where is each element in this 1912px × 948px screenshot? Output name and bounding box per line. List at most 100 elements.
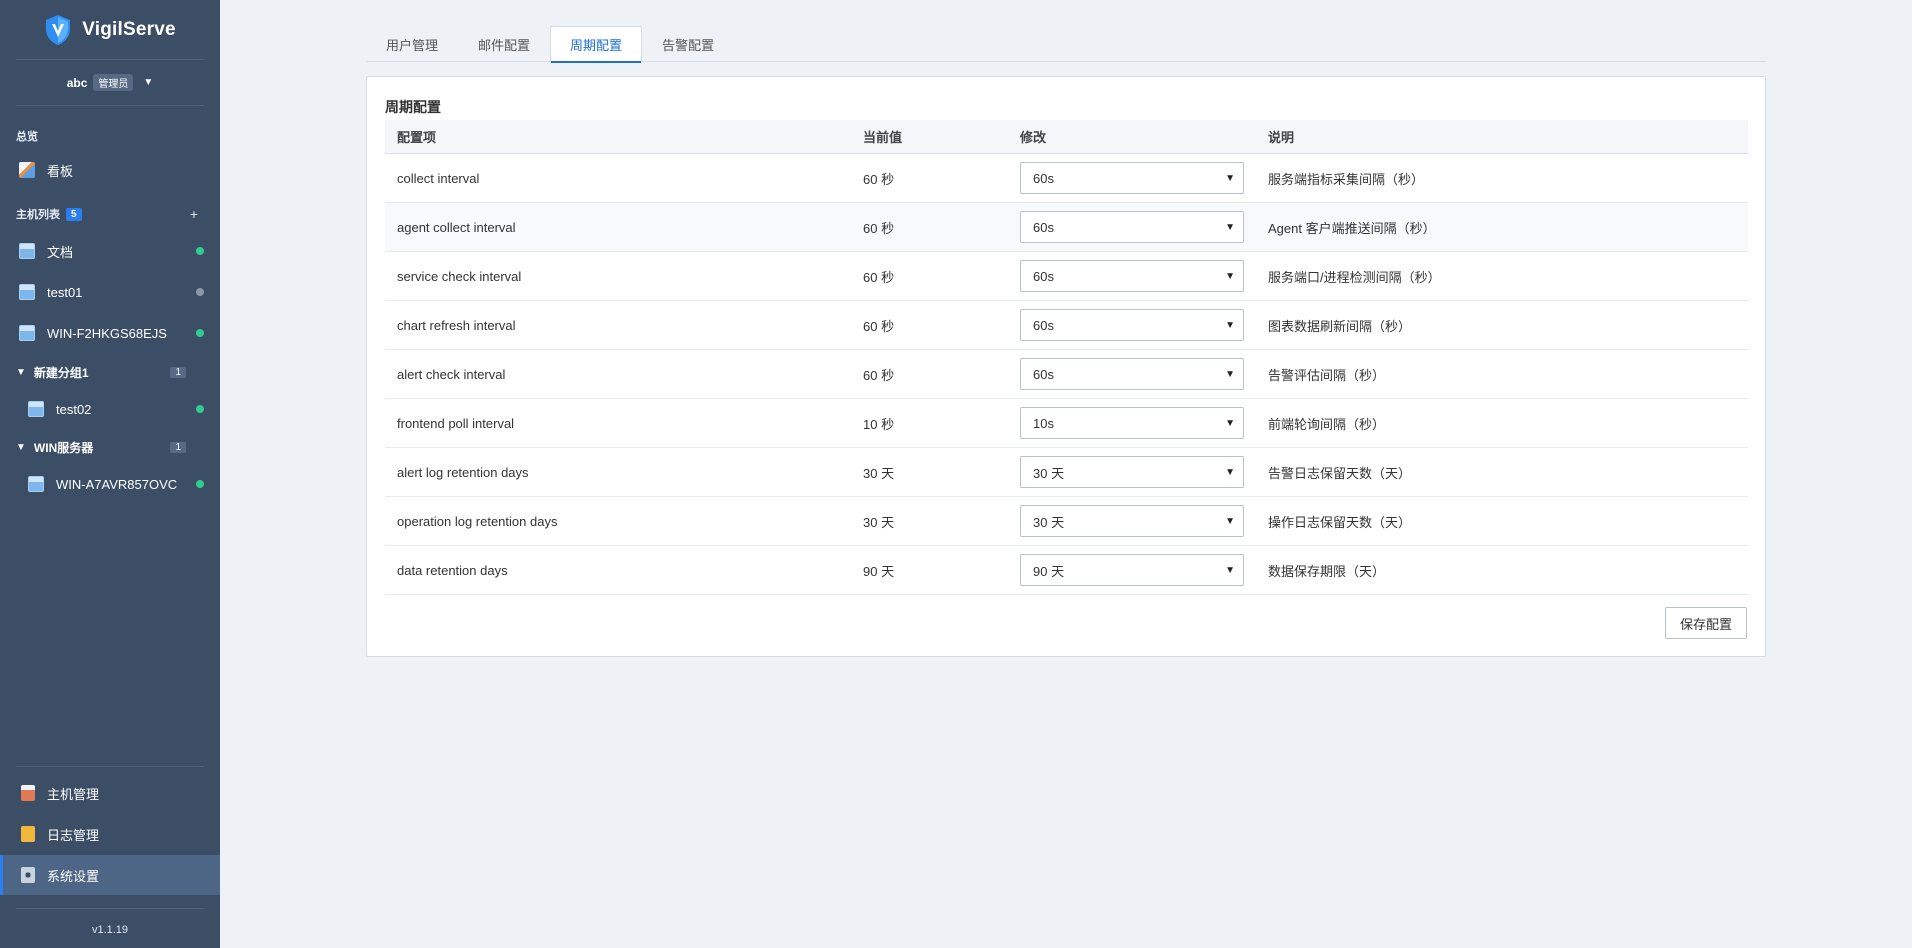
chevron-down-icon: ▼: [1225, 564, 1235, 576]
host-name: test01: [47, 284, 83, 300]
retention-select[interactable]: 90 天 ▼: [1020, 554, 1244, 586]
select-value: 60s: [1033, 268, 1054, 284]
chevron-down-icon: ▼: [1225, 515, 1235, 527]
retention-select[interactable]: 30 天 ▼: [1020, 456, 1244, 488]
dashboard-icon: [19, 162, 35, 178]
sidebar-host-item[interactable]: test01: [0, 274, 220, 310]
add-host-button[interactable]: +: [190, 206, 198, 222]
config-item: alert check interval: [397, 366, 506, 382]
sidebar-host-item[interactable]: 文档: [0, 233, 220, 269]
interval-select[interactable]: 60s ▼: [1020, 211, 1244, 243]
retention-select[interactable]: 30 天 ▼: [1020, 505, 1244, 537]
status-dot: [196, 288, 204, 296]
chevron-down-icon: ▼: [1225, 417, 1235, 429]
chevron-down-icon: ▼: [1225, 221, 1235, 233]
sidebar-item-label: 系统设置: [47, 868, 100, 884]
config-item: collect interval: [397, 170, 480, 186]
hosts-label: 主机列表: [16, 209, 60, 221]
table-header: 配置项 当前值 修改 说明: [385, 120, 1748, 154]
host-icon: [19, 243, 35, 259]
caret-down-icon: ▼: [16, 441, 26, 453]
vigilserve-logo-icon: [46, 14, 71, 45]
caret-down-icon: ▼: [16, 366, 26, 378]
current-value: 90 天: [863, 563, 895, 579]
tab-user-management[interactable]: 用户管理: [366, 26, 458, 62]
interval-select[interactable]: 10s ▼: [1020, 407, 1244, 439]
chevron-down-icon: ▼: [1225, 270, 1235, 282]
app-name: VigilServe: [82, 18, 176, 40]
header-modify: 修改: [1020, 130, 1047, 145]
user-menu[interactable]: abc 管理员 ▼: [16, 60, 204, 106]
config-description: 图表数据刷新间隔（秒）: [1268, 318, 1412, 334]
gear-icon: [21, 867, 35, 883]
group-count-badge: 1: [170, 366, 186, 378]
table-row: alert check interval 60 秒 60s ▼ 告警评估间隔（秒）: [385, 350, 1748, 399]
header-item: 配置项: [397, 130, 437, 145]
config-description: 前端轮询间隔（秒）: [1268, 416, 1386, 432]
config-item: chart refresh interval: [397, 317, 516, 333]
config-description: 服务端指标采集间隔（秒）: [1268, 171, 1425, 187]
select-value: 60s: [1033, 366, 1054, 382]
table-row: agent collect interval 60 秒 60s ▼ Agent 客…: [385, 203, 1748, 252]
sidebar-host-item[interactable]: WIN-F2HKGS68EJS: [0, 315, 220, 351]
chevron-down-icon: ▼: [1225, 466, 1235, 478]
header-desc: 说明: [1268, 130, 1295, 145]
select-value: 60s: [1033, 219, 1054, 235]
settings-tabs: 用户管理 邮件配置 周期配置 告警配置: [366, 26, 1766, 63]
app-version: v1.1.19: [91, 924, 129, 936]
config-description: 告警日志保留天数（天）: [1268, 465, 1412, 481]
table-row: operation log retention days 30 天 30 天 ▼ …: [385, 497, 1748, 546]
divider: [16, 908, 204, 909]
config-item: service check interval: [397, 268, 522, 284]
hosts-count-badge: 5: [66, 207, 82, 221]
config-description: 服务端口/进程检测间隔（秒）: [1268, 269, 1441, 285]
current-value: 60 秒: [863, 220, 895, 236]
config-item: data retention days: [397, 562, 508, 578]
user-name: abc: [66, 75, 88, 90]
host-icon: [19, 284, 35, 300]
sidebar-item-system-settings[interactable]: 系统设置: [0, 855, 220, 895]
status-dot: [196, 329, 204, 337]
sidebar-host-item[interactable]: test02: [0, 391, 220, 427]
interval-select[interactable]: 60s ▼: [1020, 309, 1244, 341]
role-badge: 管理员: [93, 74, 134, 91]
clipboard-icon: [21, 785, 35, 801]
table-row: service check interval 60 秒 60s ▼ 服务端口/进程…: [385, 252, 1748, 301]
select-value: 60s: [1033, 170, 1054, 186]
save-config-button[interactable]: 保存配置: [1665, 607, 1747, 639]
tab-cycle-config[interactable]: 周期配置: [550, 26, 643, 63]
host-group[interactable]: ▼ WIN服务器 1: [0, 432, 220, 462]
config-description: 数据保存期限（天）: [1268, 563, 1386, 579]
sidebar-item-host-management[interactable]: 主机管理: [0, 773, 220, 813]
current-value: 10 秒: [863, 416, 895, 432]
sidebar-item-label: 看板: [47, 163, 74, 179]
interval-select[interactable]: 60s ▼: [1020, 162, 1244, 194]
host-group[interactable]: ▼ 新建分组1 1: [0, 357, 220, 387]
log-icon: [21, 826, 35, 842]
caret-down-icon: ▼: [143, 77, 154, 88]
interval-select[interactable]: 60s ▼: [1020, 260, 1244, 292]
select-value: 30 天: [1033, 465, 1065, 481]
chevron-down-icon: ▼: [1225, 319, 1235, 331]
status-dot: [196, 480, 204, 488]
sidebar-item-dashboard[interactable]: 看板: [0, 152, 220, 188]
config-item: agent collect interval: [397, 219, 516, 235]
current-value: 60 秒: [863, 318, 895, 334]
status-dot: [196, 405, 204, 413]
current-value: 60 秒: [863, 269, 895, 285]
host-name: WIN-F2HKGS68EJS: [47, 325, 167, 341]
divider: [16, 766, 204, 767]
config-item: operation log retention days: [397, 513, 558, 529]
sidebar-host-item[interactable]: WIN-A7AVR857OVC: [0, 466, 220, 502]
tab-mail-config[interactable]: 邮件配置: [458, 26, 550, 62]
host-name: 文档: [47, 244, 74, 260]
config-description: 操作日志保留天数（天）: [1268, 514, 1412, 530]
header-current: 当前值: [863, 130, 903, 145]
hosts-section: 主机列表 5: [16, 206, 82, 222]
chevron-down-icon: ▼: [1225, 368, 1235, 380]
overview-label: 总览: [16, 131, 38, 143]
interval-select[interactable]: 60s ▼: [1020, 358, 1244, 390]
sidebar-item-log-management[interactable]: 日志管理: [0, 814, 220, 854]
select-value: 30 天: [1033, 514, 1065, 530]
tab-alert-config[interactable]: 告警配置: [642, 26, 734, 62]
